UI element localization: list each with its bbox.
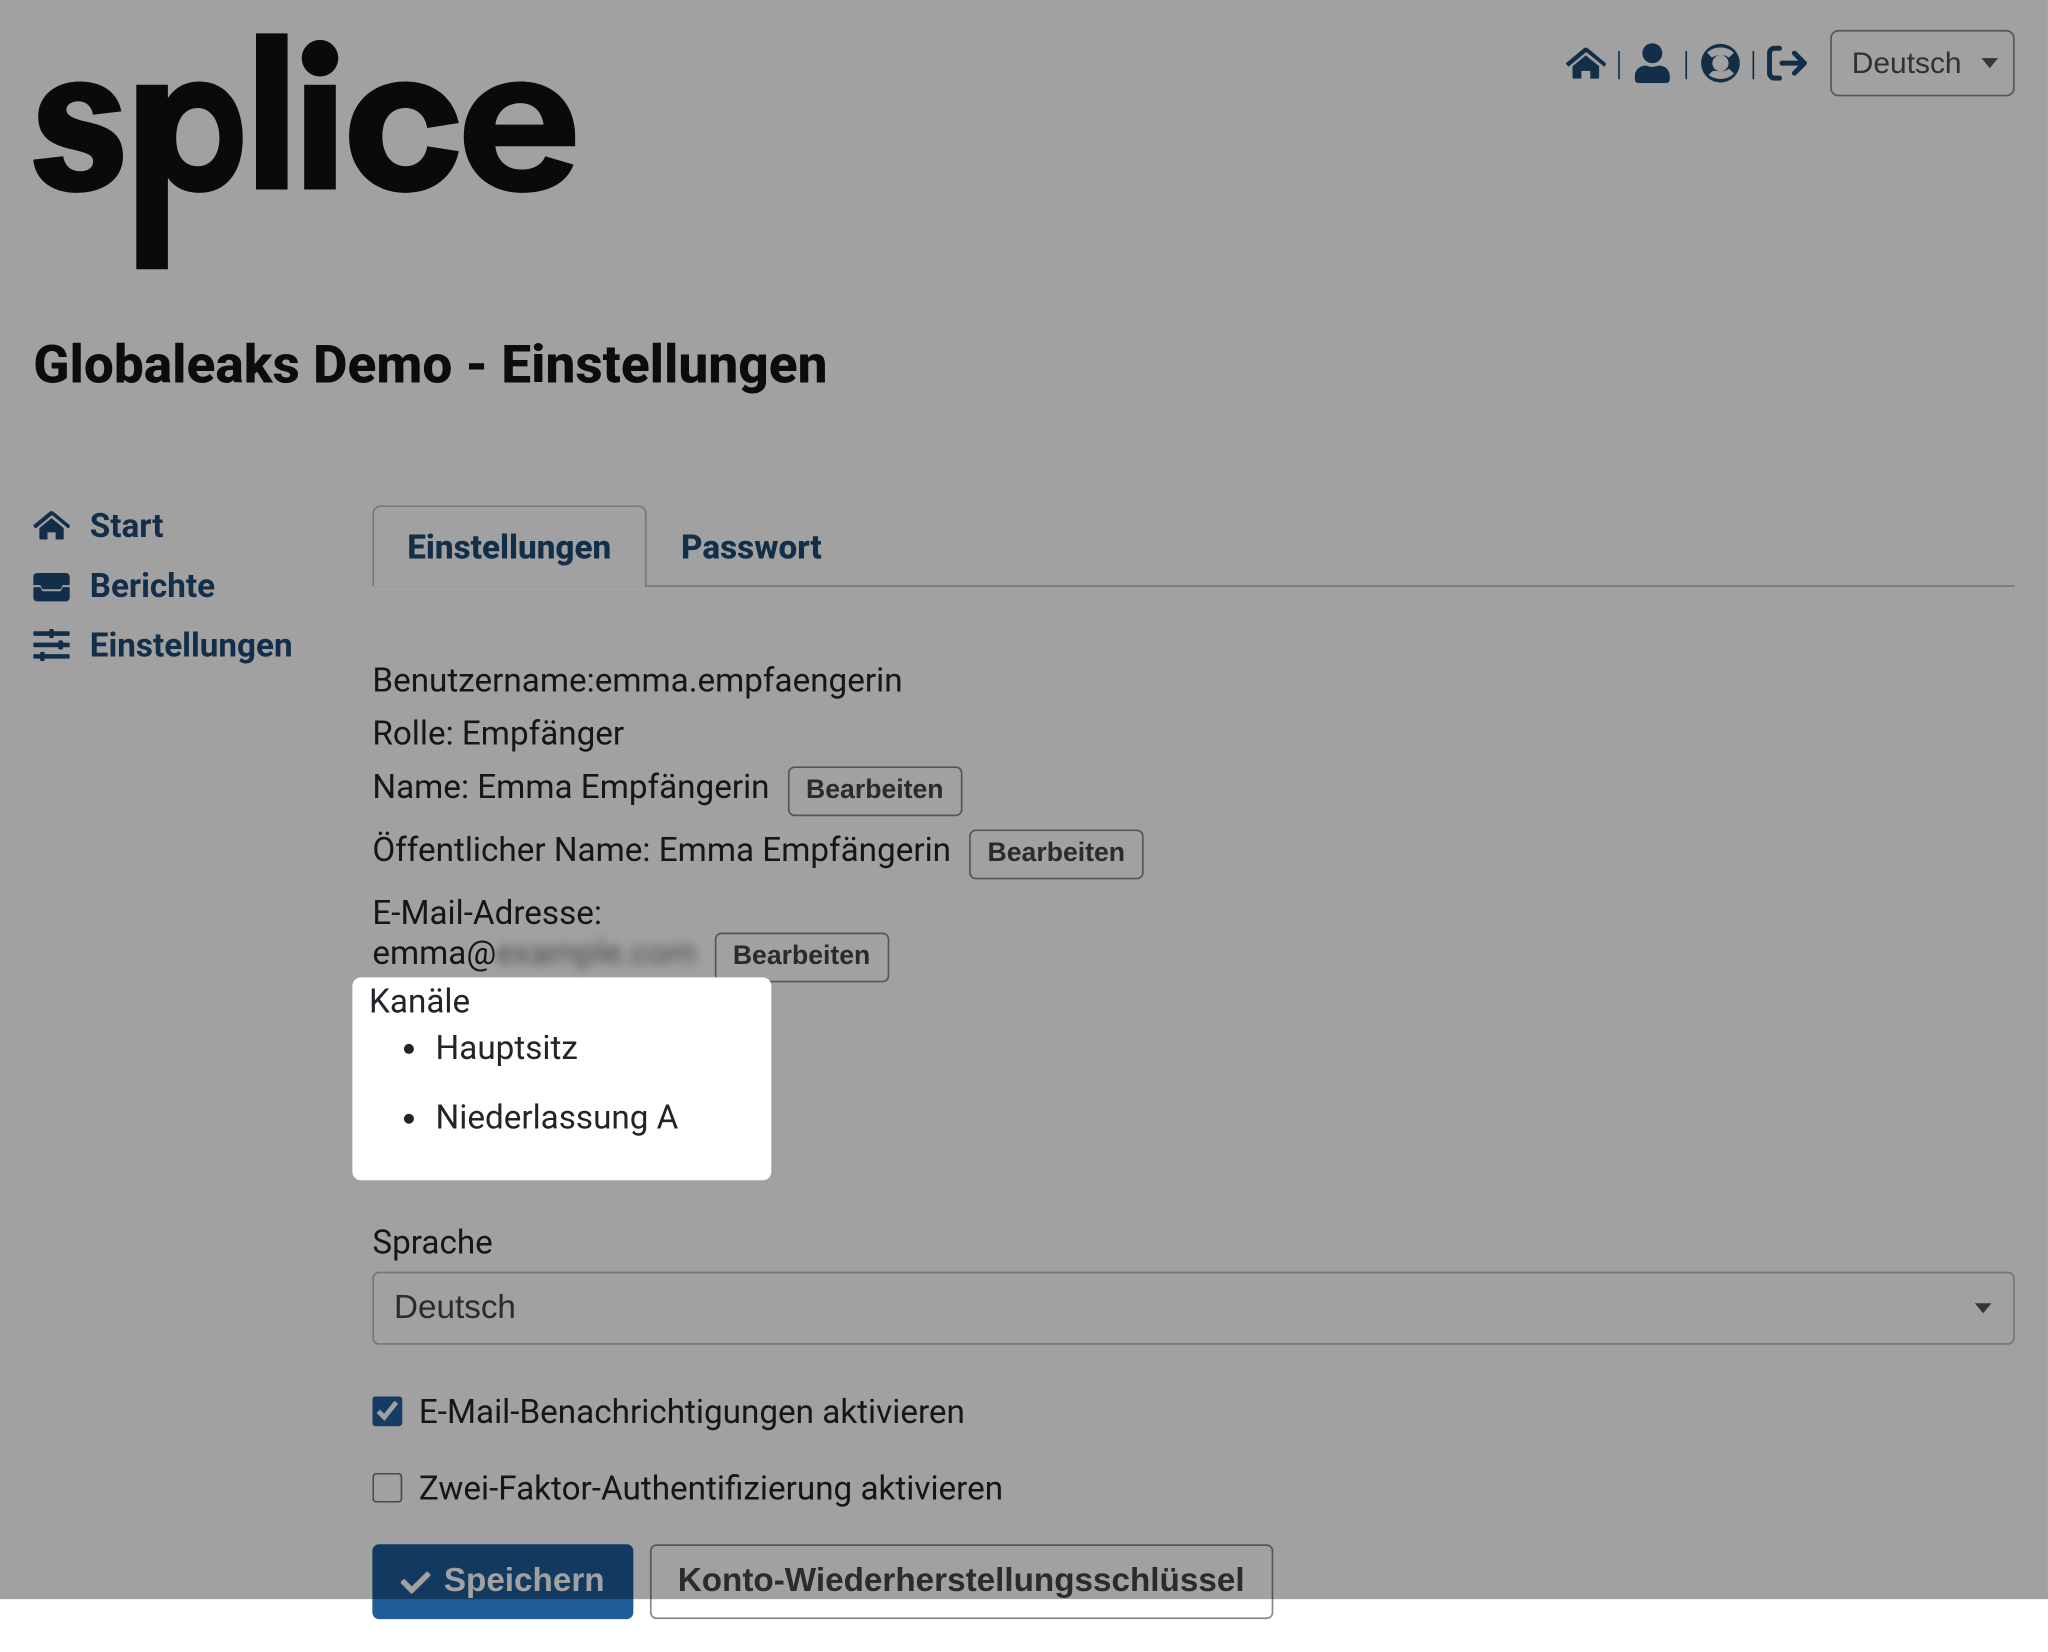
email-label: E-Mail-Adresse: (372, 893, 602, 933)
top-nav: | | | Deutsch (1565, 30, 2014, 96)
recovery-key-button[interactable]: Konto-Wiederherstellungsschlüssel (649, 1544, 1272, 1619)
support-link[interactable] (1700, 43, 1740, 83)
sidebar-item-reports[interactable]: Berichte (33, 565, 372, 605)
public-name-label: Öffentlicher Name: (372, 829, 650, 869)
name-value: Emma Empfängerin (477, 766, 769, 806)
email-value: emma@ (372, 933, 496, 973)
edit-public-name-button[interactable]: Bearbeiten (969, 829, 1143, 879)
home-link[interactable] (1565, 43, 1605, 83)
page-title: Globaleaks Demo - Einstellungen (33, 332, 2014, 395)
edit-email-button[interactable]: Bearbeiten (715, 933, 889, 983)
sidebar-item-label: Berichte (90, 565, 215, 605)
language-select[interactable]: Deutsch (372, 1272, 2014, 1345)
save-button-label: Speichern (444, 1563, 605, 1601)
twofa-checkbox[interactable] (372, 1473, 402, 1503)
public-name-value: Emma Empfängerin (659, 829, 951, 869)
sidebar-item-start[interactable]: Start (33, 505, 372, 545)
language-select-top[interactable]: Deutsch (1830, 30, 2015, 96)
save-button[interactable]: Speichern (372, 1544, 632, 1619)
twofa-label: Zwei-Faktor-Authentifizierung aktivieren (419, 1468, 1003, 1508)
edit-name-button[interactable]: Bearbeiten (788, 766, 962, 816)
email-notifications-checkbox[interactable] (372, 1396, 402, 1426)
field-public-name: Öffentlicher Name: Emma Empfängerin Bear… (372, 829, 2014, 879)
sign-out-icon (1767, 43, 1807, 83)
language-section: Sprache Deutsch (372, 1222, 2014, 1345)
channel-item: Hauptsitz (436, 1027, 755, 1067)
role-label: Rolle: (372, 713, 453, 753)
field-name: Name: Emma Empfängerin Bearbeiten (372, 766, 2014, 816)
tab-password[interactable]: Passwort (646, 505, 857, 586)
name-label: Name: (372, 766, 469, 806)
tab-settings[interactable]: Einstellungen (372, 505, 646, 586)
home-icon (33, 507, 70, 544)
sidebar-item-label: Einstellungen (90, 625, 293, 665)
profile-link[interactable] (1633, 43, 1673, 83)
inbox-icon (33, 567, 70, 604)
sidebar-item-label: Start (90, 505, 164, 545)
sliders-icon (33, 627, 70, 664)
life-ring-icon (1700, 43, 1740, 83)
channel-item: Niederlassung A (436, 1097, 755, 1137)
logout-link[interactable] (1767, 43, 1807, 83)
role-value: Empfänger (462, 713, 624, 753)
email-notifications-label: E-Mail-Benachrichtigungen aktivieren (419, 1391, 965, 1431)
username-label: Benutzername: (372, 660, 594, 700)
highlight-window: Kanäle Hauptsitz Niederlassung A (352, 977, 771, 1180)
home-icon (1565, 43, 1605, 83)
check-icon (401, 1567, 431, 1597)
username-value: emma.empfaengerin (595, 660, 903, 700)
tabs: Einstellungen Passwort (372, 505, 2014, 586)
field-email: E-Mail-Adresse: emma@example.com Bearbei… (372, 893, 2014, 983)
field-role: Rolle: Empfänger (372, 713, 2014, 753)
user-icon (1633, 43, 1673, 83)
email-redacted: example.com (496, 933, 696, 973)
field-username: Benutzername:emma.empfaengerin (372, 660, 2014, 700)
sidebar-item-settings[interactable]: Einstellungen (33, 625, 372, 665)
sidebar: Start Berichte Einstellungen (33, 505, 372, 1619)
channels-label: Kanäle (369, 981, 755, 1021)
language-label: Sprache (372, 1222, 2014, 1262)
